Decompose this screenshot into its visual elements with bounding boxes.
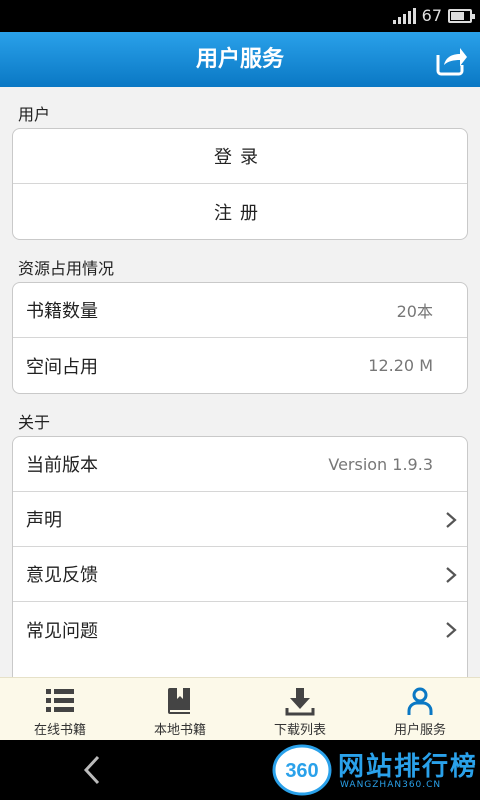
list-icon xyxy=(46,689,74,712)
faq-row[interactable]: 常见问题 xyxy=(13,602,467,657)
version-label: 当前版本 xyxy=(26,455,98,476)
login-button[interactable]: 登录 xyxy=(13,129,467,184)
tab-label: 下载列表 xyxy=(273,723,326,738)
status-bar: 67 xyxy=(0,0,480,32)
books-count-value: 20本 xyxy=(396,302,433,321)
statement-row[interactable]: 声明 xyxy=(13,492,467,547)
tab-label: 本地书籍 xyxy=(153,723,206,738)
feedback-label: 意见反馈 xyxy=(26,565,98,586)
watermark-subtitle: WANGZHAN360.CN xyxy=(340,780,442,790)
title-bar: 用户服务 xyxy=(0,32,480,87)
tab-user-service[interactable]: 用户服务 xyxy=(360,678,480,740)
space-usage-row: 空间占用 12.20 M xyxy=(13,338,467,393)
watermark-logo: 360 xyxy=(272,744,332,796)
tab-label: 在线书籍 xyxy=(33,723,86,738)
faq-label: 常见问题 xyxy=(26,620,98,642)
version-value: Version 1.9.3 xyxy=(328,454,433,474)
share-icon[interactable] xyxy=(434,43,468,77)
watermark-logo-text: 360 xyxy=(285,760,318,782)
space-usage-label: 空间占用 xyxy=(26,356,98,378)
battery-icon xyxy=(448,8,475,23)
battery-percent: 67 xyxy=(421,6,442,25)
chevron-right-icon xyxy=(446,512,457,528)
user-icon xyxy=(407,687,433,715)
watermark: 360 网站排行榜 WANGZHAN360.CN xyxy=(268,742,480,798)
status-indicators: 67 xyxy=(392,6,475,25)
user-card: 登录 注册 xyxy=(12,128,468,240)
bottom-tab-bar: 在线书籍 本地书籍 下载列表 用户服务 xyxy=(0,677,480,740)
tab-online-books[interactable]: 在线书籍 xyxy=(0,678,120,740)
chevron-right-icon xyxy=(446,567,457,583)
page-title: 用户服务 xyxy=(195,47,284,72)
space-usage-value: 12.20 M xyxy=(368,356,433,375)
version-row: 当前版本 Version 1.9.3 xyxy=(13,437,467,492)
signal-icon xyxy=(392,7,416,24)
tab-label: 用户服务 xyxy=(393,723,446,738)
books-count-row: 书籍数量 20本 xyxy=(13,283,467,338)
section-title-about: 关于 xyxy=(18,413,51,432)
tab-download-list[interactable]: 下载列表 xyxy=(240,678,360,740)
back-icon[interactable] xyxy=(78,754,106,786)
download-icon xyxy=(285,688,315,716)
books-count-label: 书籍数量 xyxy=(26,301,98,322)
feedback-row[interactable]: 意见反馈 xyxy=(13,547,467,602)
register-button[interactable]: 注册 xyxy=(13,184,467,239)
tab-local-books[interactable]: 本地书籍 xyxy=(120,678,240,740)
section-title-resources: 资源占用情况 xyxy=(18,259,115,278)
resources-card: 书籍数量 20本 空间占用 12.20 M xyxy=(12,282,468,394)
statement-label: 声明 xyxy=(26,510,62,531)
system-nav-bar: 360 网站排行榜 WANGZHAN360.CN xyxy=(0,740,480,800)
content-area: 用户 登录 注册 资源占用情况 书籍数量 20本 空间占用 12.20 M 关于… xyxy=(0,87,480,677)
watermark-title: 网站排行榜 xyxy=(338,752,479,782)
login-label: 登录 xyxy=(214,147,266,168)
section-title-user: 用户 xyxy=(18,105,51,124)
register-label: 注册 xyxy=(214,202,266,224)
chevron-right-icon xyxy=(446,622,457,638)
about-card: 当前版本 Version 1.9.3 声明 意见反馈 常见问题 xyxy=(12,436,468,677)
book-icon xyxy=(168,688,190,714)
